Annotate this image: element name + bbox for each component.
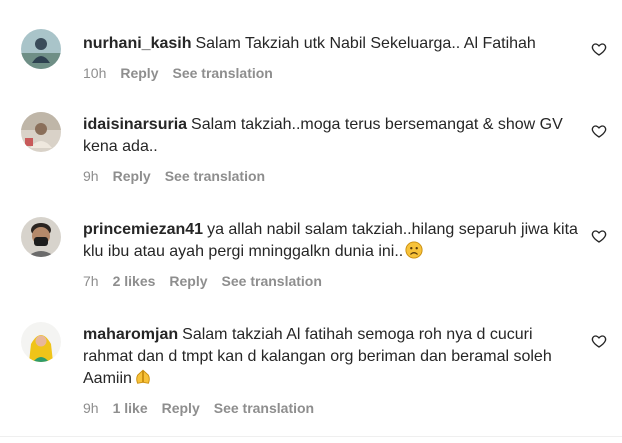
comment-text: nurhani_kasih Salam Takziah utk Nabil Sek…	[83, 33, 578, 55]
avatar[interactable]	[21, 29, 61, 69]
comment-time[interactable]: 10h	[83, 65, 106, 81]
like-heart-icon[interactable]	[591, 333, 607, 349]
comment-time[interactable]: 9h	[83, 400, 99, 416]
comment-username[interactable]: maharomjan	[83, 326, 178, 343]
comment-meta: 7h 2 likes Reply See translation	[83, 272, 578, 290]
praying-hands-emoji-icon	[136, 369, 150, 384]
reply-button[interactable]: Reply	[120, 65, 158, 81]
avatar[interactable]	[21, 322, 61, 362]
see-translation-button[interactable]: See translation	[165, 168, 265, 184]
comment-username[interactable]: princemiezan41	[83, 221, 203, 238]
comment-username[interactable]: nurhani_kasih	[83, 35, 191, 52]
comment-text: maharomjan Salam takziah Al fatihah semog…	[83, 324, 578, 390]
comment-text: princemiezan41 ya allah nabil salam takzi…	[83, 219, 578, 263]
see-translation-button[interactable]: See translation	[214, 400, 314, 416]
comment-time[interactable]: 7h	[83, 273, 99, 289]
reply-button[interactable]: Reply	[169, 273, 207, 289]
comment-meta: 10h Reply See translation	[83, 64, 578, 82]
comment-meta: 9h 1 like Reply See translation	[83, 399, 578, 417]
like-heart-icon[interactable]	[591, 228, 607, 244]
likes-count[interactable]: 1 like	[113, 400, 148, 416]
comment-username[interactable]: idaisinarsuria	[83, 116, 187, 133]
like-heart-icon[interactable]	[591, 41, 607, 57]
comments-list: nurhani_kasih Salam Takziah utk Nabil Sek…	[0, 0, 622, 443]
comment-body: Salam Takziah utk Nabil Sekeluarga.. Al …	[195, 35, 536, 52]
reply-button[interactable]: Reply	[113, 168, 151, 184]
divider	[0, 436, 622, 437]
comment-time[interactable]: 9h	[83, 168, 99, 184]
comment-text: idaisinarsuria Salam takziah..moga terus …	[83, 114, 578, 158]
avatar[interactable]	[21, 217, 61, 257]
avatar[interactable]	[21, 112, 61, 152]
sad-face-emoji-icon	[405, 241, 423, 259]
likes-count[interactable]: 2 likes	[113, 273, 156, 289]
comment-meta: 9h Reply See translation	[83, 167, 578, 185]
reply-button[interactable]: Reply	[162, 400, 200, 416]
like-heart-icon[interactable]	[591, 123, 607, 139]
see-translation-button[interactable]: See translation	[172, 65, 272, 81]
see-translation-button[interactable]: See translation	[222, 273, 322, 289]
